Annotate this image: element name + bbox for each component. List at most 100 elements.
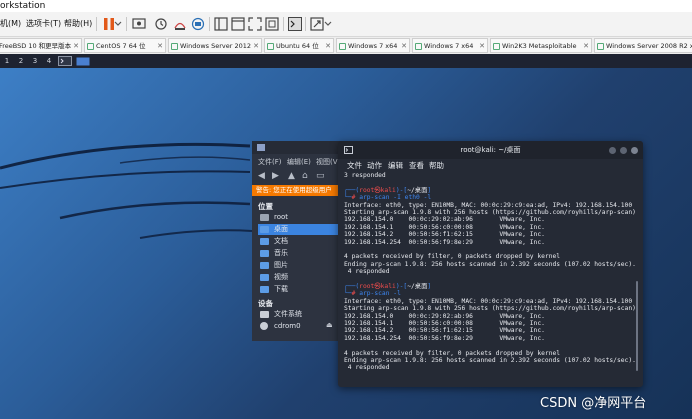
fm-menu-file[interactable]: 文件(F) — [258, 157, 282, 167]
tab-freebsd[interactable]: FreeBSD 10 和更早版本 ✕ — [0, 38, 82, 53]
tab-windows-7-a[interactable]: Windows 7 x64 ✕ — [336, 38, 410, 53]
terminal-text: 192.168.154.254 00:50:56:f9:8e:29 VMware… — [344, 238, 545, 246]
folder-icon[interactable]: ▭ — [316, 171, 325, 181]
terminal-text: root㉿kali — [359, 186, 396, 194]
terminal-text: Ending arp-scan 1.9.8: 256 hosts scanned… — [344, 357, 636, 364]
terminal-text: 192.168.154.0 00:0c:29:02:ab:96 VMware, … — [344, 312, 545, 320]
tab-label: Ubuntu 64 位 — [276, 42, 319, 50]
toolbar-separator — [283, 17, 284, 31]
terminal-line: 4 responded — [344, 364, 390, 371]
tab-label: FreeBSD 10 和更早版本 — [0, 42, 72, 50]
fm-menu-edit[interactable]: 编辑(E) — [287, 157, 311, 167]
root-warning-banner: 警告: 您正在使用超级用户 — [252, 185, 344, 196]
maximize-icon[interactable] — [620, 147, 627, 154]
term-menu-actions[interactable]: 动作 — [367, 159, 382, 172]
tab-label: Windows 7 x64 — [424, 42, 474, 50]
minimize-icon[interactable] — [609, 147, 616, 154]
up-arrow-icon[interactable]: ▲ — [288, 171, 295, 181]
library-view-icon[interactable] — [213, 16, 229, 32]
tab-ubuntu[interactable]: Ubuntu 64 位 ✕ — [264, 38, 334, 53]
close-icon[interactable]: ✕ — [583, 39, 589, 52]
terminal-text: ┌──( — [344, 186, 360, 194]
tab-windows-server-2012[interactable]: Windows Server 2012 ✕ — [168, 38, 262, 53]
terminal-text: Starting arp-scan 1.9.8 with 256 hosts (… — [344, 305, 636, 313]
menu-help[interactable]: 帮助(H) — [64, 12, 92, 36]
tab-centos[interactable]: CentOS 7 64 位 ✕ — [84, 38, 166, 53]
term-menu-view[interactable]: 查看 — [409, 159, 424, 172]
close-icon[interactable]: ✕ — [479, 39, 485, 52]
terminal-text: ] — [427, 186, 432, 194]
terminal-text: Interface: eth0, type: EN10MB, MAC: 00:0… — [344, 297, 633, 305]
terminal-line: 192.168.154.2 00:50:56:f1:62:15 VMware, … — [344, 231, 545, 238]
terminal-text: ┌──( — [344, 283, 360, 290]
file-manager-window: 文件(F) 编辑(E) 视图(V) ◀ ▶ ▲ ⌂ ▭ 警告: 您正在使用超级用… — [252, 141, 362, 341]
forward-arrow-icon[interactable]: ▶ — [272, 171, 279, 181]
close-icon[interactable]: ✕ — [401, 39, 407, 52]
terminal-text: Interface: eth0, type: EN10MB, MAC: 00:0… — [344, 201, 633, 209]
menu-machine[interactable]: 机(M) — [0, 12, 21, 36]
snapshot-icon[interactable] — [153, 16, 169, 32]
console-view-icon[interactable] — [287, 16, 303, 32]
single-window-icon[interactable] — [230, 16, 246, 32]
terminal-text: root㉿kali — [359, 283, 396, 290]
vm-icon — [415, 42, 422, 50]
terminal-window: root@kali: ~/桌面 文件 动作 编辑 查看 帮助 3 respond… — [338, 141, 643, 387]
terminal-text: 192.168.154.2 00:50:56:f1:62:15 VMware, … — [344, 231, 545, 239]
tab-metasploitable[interactable]: Win2K3 Metasploitable ✕ — [490, 38, 592, 53]
folder-icon — [260, 286, 269, 293]
revert-snapshot-icon[interactable] — [172, 16, 188, 32]
vm-icon — [267, 42, 274, 50]
tab-windows-7-b[interactable]: Windows 7 x64 ✕ — [412, 38, 488, 53]
workspace-3[interactable]: 3 — [28, 54, 42, 68]
send-keys-icon[interactable] — [131, 16, 147, 32]
close-icon[interactable]: ✕ — [253, 39, 259, 52]
unity-icon[interactable] — [264, 16, 280, 32]
vm-icon — [339, 42, 346, 50]
snapshot-manager-icon[interactable] — [190, 16, 206, 32]
terminal-line: Ending arp-scan 1.9.8: 256 hosts scanned… — [344, 357, 636, 364]
terminal-text: 192.168.154.0 00:0c:29:02:ab:96 VMware, … — [344, 216, 545, 224]
terminal-line: └─# arp-scan -l — [344, 290, 401, 297]
workspace-4[interactable]: 4 — [42, 54, 56, 68]
terminal-line: 3 responded — [344, 172, 386, 179]
tab-windows-server-2008[interactable]: Windows Server 2008 R2 x64 — [594, 38, 692, 53]
tab-label: CentOS 7 64 位 — [96, 42, 146, 50]
close-icon[interactable]: ✕ — [325, 39, 331, 52]
terminal-text: 192.168.154.254 00:50:56:f9:8e:29 VMware… — [344, 334, 545, 342]
folder-icon — [260, 226, 269, 233]
terminal-text: ] — [427, 283, 432, 290]
terminal-line: Ending arp-scan 1.9.8: 256 hosts scanned… — [344, 261, 636, 268]
drive-icon — [260, 311, 269, 318]
term-menu-help[interactable]: 帮助 — [429, 159, 444, 172]
terminal-line: 192.168.154.254 00:50:56:f9:8e:29 VMware… — [344, 239, 545, 246]
terminal-text: 4 packets received by filter, 0 packets … — [344, 253, 561, 261]
menu-tabs[interactable]: 选项卡(T) — [26, 12, 61, 36]
terminal-line: 192.168.154.0 00:0c:29:02:ab:96 VMware, … — [344, 216, 545, 223]
term-menu-file[interactable]: 文件 — [347, 159, 362, 172]
terminal-line: Interface: eth0, type: EN10MB, MAC: 00:0… — [344, 202, 632, 209]
back-arrow-icon[interactable]: ◀ — [258, 171, 265, 181]
terminal-text: 192.168.154.1 00:50:56:c0:00:08 VMware, … — [344, 223, 545, 231]
workspace-1[interactable]: 1 — [0, 54, 14, 68]
chevron-down-icon[interactable] — [323, 16, 333, 32]
fm-menu-view[interactable]: 视图(V) — [316, 157, 340, 167]
terminal-line: 4 responded — [344, 268, 390, 275]
eject-icon[interactable]: ⏏ — [326, 321, 333, 329]
terminal-line: 4 packets received by filter, 0 packets … — [344, 350, 560, 357]
terminal-scrollbar[interactable] — [636, 281, 638, 371]
folder-icon — [260, 214, 269, 221]
file-manager-titlebar — [252, 141, 352, 154]
folder-icon — [260, 262, 269, 269]
close-icon[interactable]: ✕ — [157, 39, 163, 52]
workspace-2[interactable]: 2 — [14, 54, 28, 68]
close-icon[interactable] — [631, 147, 638, 154]
terminal-window-icon[interactable] — [58, 56, 72, 66]
term-menu-edit[interactable]: 编辑 — [388, 159, 403, 172]
terminal-output[interactable]: 3 responded ┌──(root㉿kali)-[~/桌面] └─# arp-… — [344, 172, 636, 382]
file-manager-window-icon[interactable] — [76, 56, 90, 66]
chevron-down-icon[interactable] — [113, 16, 123, 32]
vm-icon — [493, 42, 500, 50]
fullscreen-icon[interactable] — [247, 16, 263, 32]
close-icon[interactable]: ✕ — [73, 39, 79, 52]
home-icon[interactable]: ⌂ — [302, 171, 308, 181]
